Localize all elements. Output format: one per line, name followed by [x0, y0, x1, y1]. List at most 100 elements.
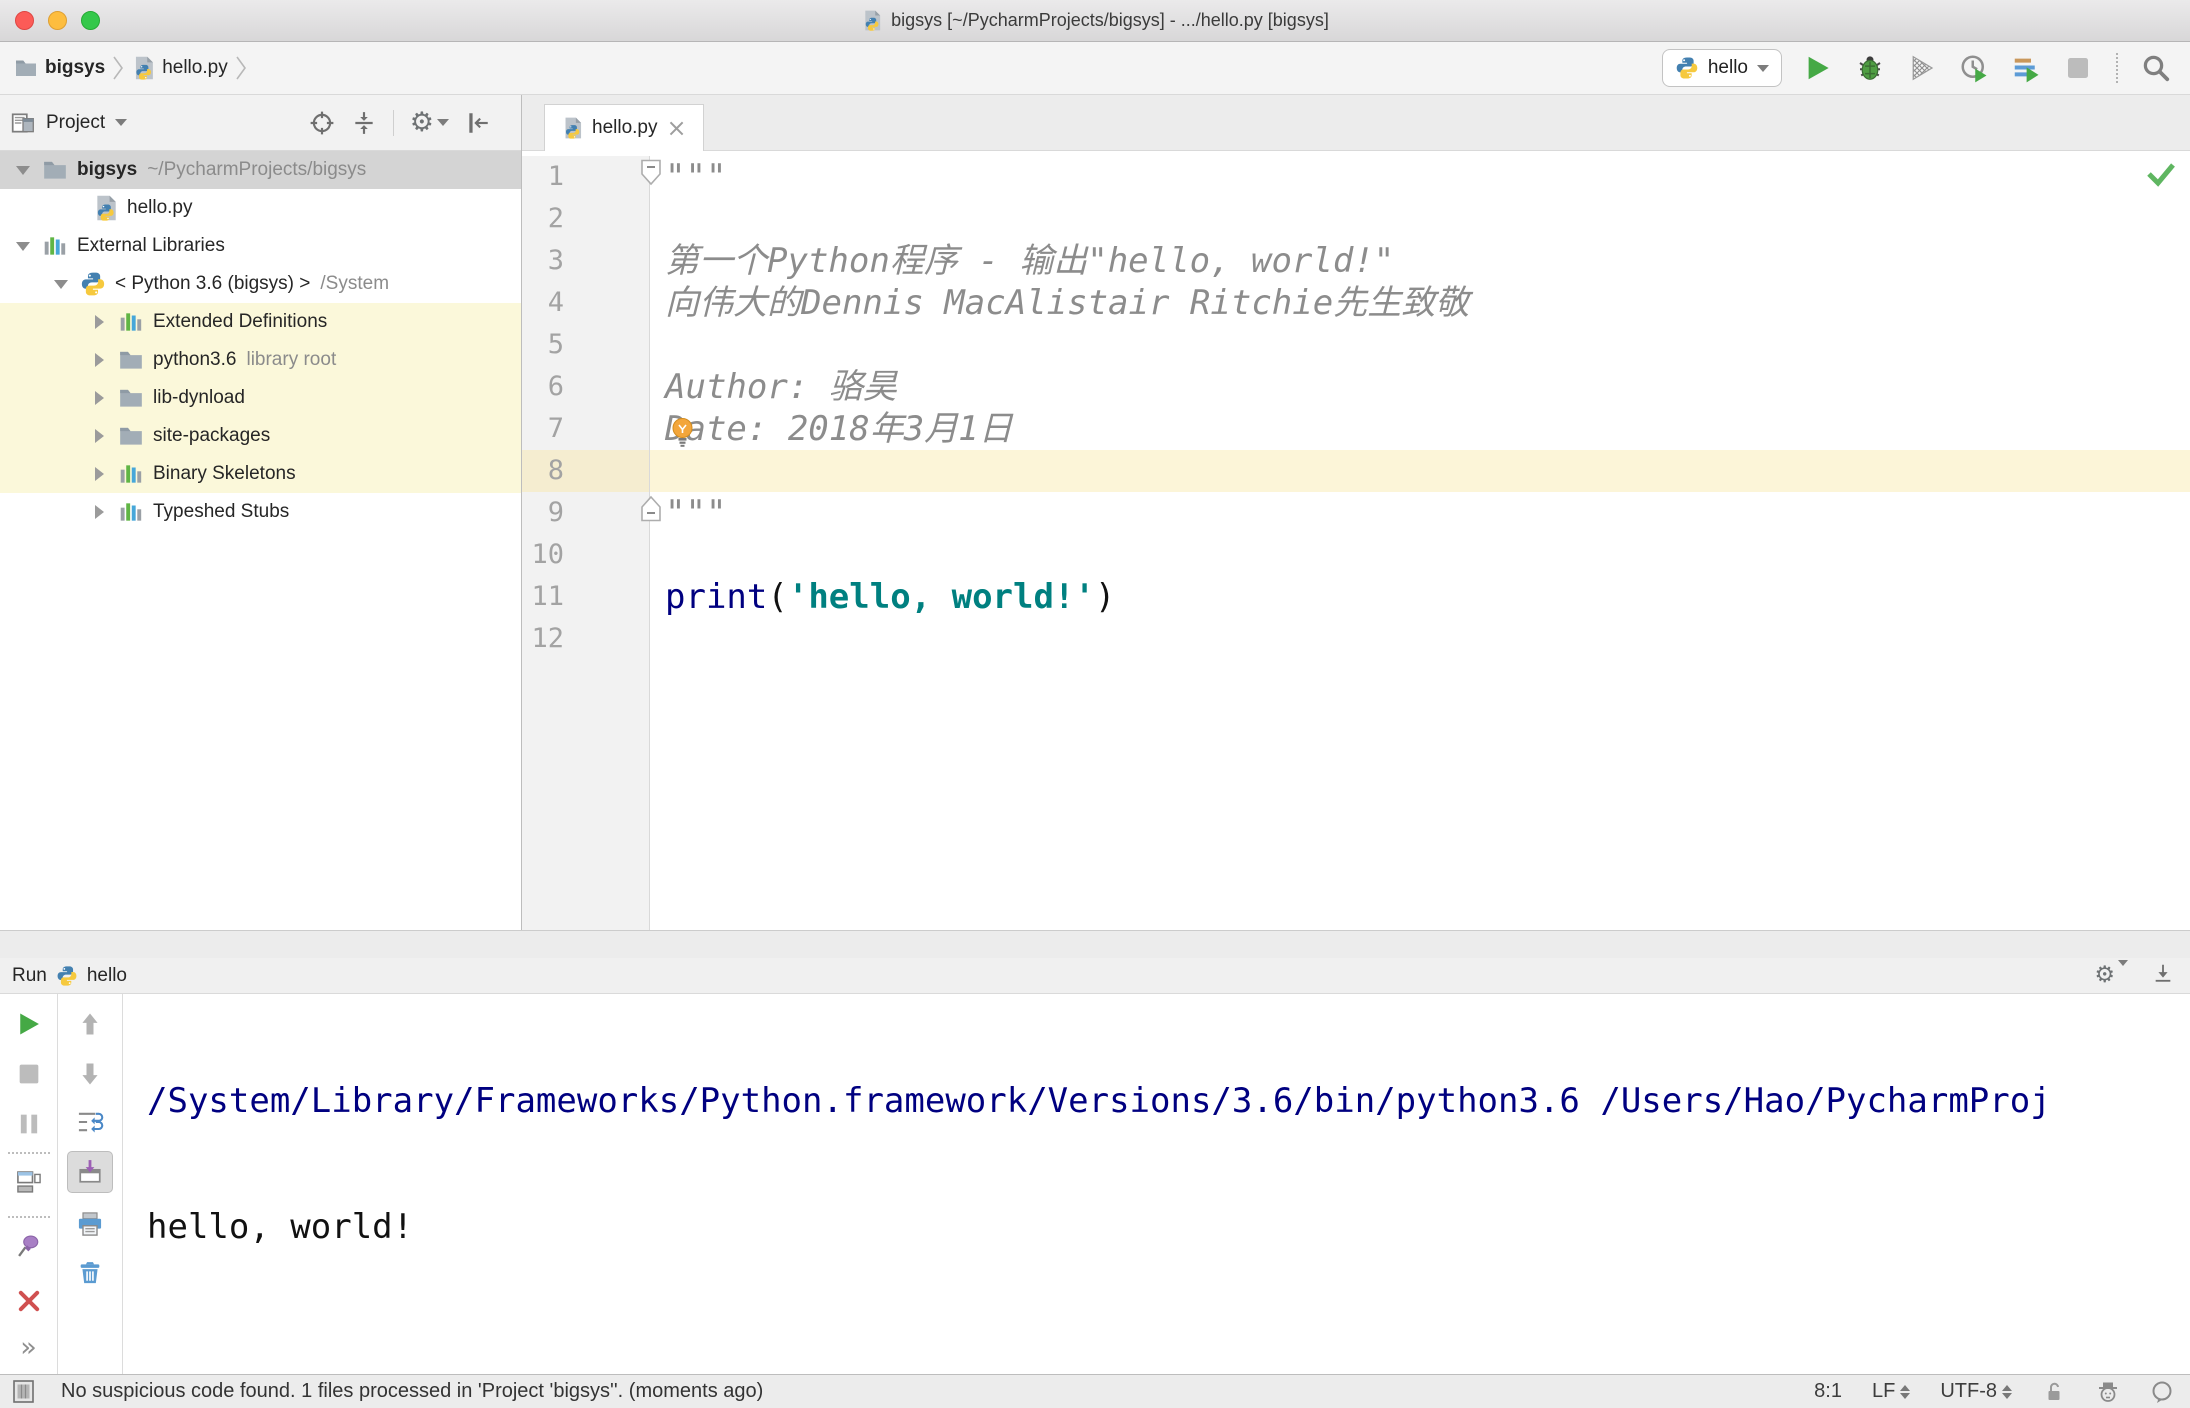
- breadcrumb-project[interactable]: bigsys: [45, 57, 105, 79]
- code-line: Date: 2018年3月1日: [665, 409, 1013, 449]
- tree-item-external-libraries[interactable]: External Libraries: [0, 227, 521, 265]
- debug-button[interactable]: [1854, 52, 1886, 84]
- toggle-toolwindows-icon[interactable]: [12, 1379, 35, 1404]
- inspection-ok-check-icon[interactable]: [2146, 159, 2176, 192]
- minimize-window-button[interactable]: [48, 11, 67, 30]
- tree-item-lib-dynload[interactable]: lib-dynload: [0, 379, 521, 417]
- search-icon: [2143, 55, 2170, 82]
- code-line: print('hello, world!'): [665, 577, 1116, 617]
- console-output[interactable]: /System/Library/Frameworks/Python.framew…: [123, 994, 2190, 1374]
- project-panel-title[interactable]: Project: [46, 112, 105, 134]
- caret-position[interactable]: 8:1: [1814, 1380, 1842, 1403]
- python-file-icon: [131, 56, 155, 80]
- expand-toggle[interactable]: [46, 279, 76, 289]
- window-title: bigsys [~/PycharmProjects/bigsys] - .../…: [861, 10, 1329, 31]
- breadcrumb-file[interactable]: hello.py: [162, 57, 228, 79]
- run-panel-settings-button[interactable]: ⚙: [2094, 959, 2128, 988]
- restore-layout-button[interactable]: [15, 1168, 43, 1196]
- chevron-down-icon: [54, 279, 68, 289]
- expand-toggle[interactable]: [84, 315, 114, 329]
- locate-file-button[interactable]: [309, 110, 335, 136]
- line-number: 11: [522, 576, 650, 618]
- debug-bug-icon: [1859, 56, 1881, 80]
- rerun-button[interactable]: [15, 1010, 43, 1038]
- tree-item-bigsys[interactable]: bigsys ~/PycharmProjects/bigsys: [0, 151, 521, 189]
- expand-toggle[interactable]: [84, 391, 114, 405]
- hide-run-panel-button[interactable]: [2152, 962, 2174, 990]
- more-options-icon[interactable]: »: [20, 1332, 37, 1363]
- panel-settings-button[interactable]: ⚙: [410, 109, 449, 136]
- run-panel-header: Run hello ⚙: [0, 958, 2190, 994]
- close-window-button[interactable]: [15, 11, 34, 30]
- code-line: """: [665, 157, 727, 197]
- line-number: 12: [522, 618, 650, 660]
- pin-tab-button[interactable]: [15, 1232, 43, 1260]
- chevron-right-icon: [94, 315, 104, 329]
- run-config-name: hello: [86, 964, 128, 986]
- python-file-icon: [92, 195, 118, 221]
- line-number: 2: [522, 198, 650, 240]
- editor-area: hello.py × 1 """ 2 3 第一个Python程序 - 输出"hell…: [522, 95, 2190, 930]
- tree-item-typeshed-stubs[interactable]: Typeshed Stubs: [0, 493, 521, 531]
- soft-wrap-button[interactable]: [76, 1108, 104, 1136]
- clear-console-button[interactable]: [76, 1258, 104, 1286]
- highlighting-level-button[interactable]: [2096, 1380, 2120, 1404]
- gear-icon: ⚙: [409, 107, 434, 138]
- run-button[interactable]: [1802, 52, 1834, 84]
- run-with-coverage-button[interactable]: [1906, 52, 1938, 84]
- tab-hello-py[interactable]: hello.py ×: [544, 104, 704, 151]
- search-everywhere-button[interactable]: [2140, 52, 2172, 84]
- fold-region-end-icon[interactable]: [640, 495, 662, 527]
- scroll-to-end-button[interactable]: [67, 1151, 113, 1193]
- tree-item-python-3-6[interactable]: < Python 3.6 (bigsys) > /System: [0, 265, 521, 303]
- intention-bulb-icon[interactable]: [669, 417, 696, 453]
- expand-toggle[interactable]: [84, 429, 114, 443]
- run-panel-title: Run: [12, 964, 47, 986]
- tree-item-site-packages[interactable]: site-packages: [0, 417, 521, 455]
- chevron-down-icon: [1757, 64, 1769, 72]
- zoom-window-button[interactable]: [81, 11, 100, 30]
- close-tab-icon[interactable]: ×: [667, 116, 687, 140]
- run-configuration-select[interactable]: hello: [1661, 49, 1782, 87]
- expand-toggle[interactable]: [84, 505, 114, 519]
- encoding-select[interactable]: UTF-8: [1940, 1380, 2012, 1403]
- toolbar-separator: [8, 1216, 50, 1218]
- chevron-right-icon: [94, 467, 104, 481]
- line-number: 9: [522, 492, 650, 534]
- event-log-button[interactable]: [2150, 1380, 2174, 1404]
- collapse-all-button[interactable]: [351, 110, 377, 136]
- close-run-panel-button[interactable]: [15, 1287, 43, 1315]
- expand-toggle[interactable]: [8, 165, 38, 175]
- chevron-right-icon: [94, 505, 104, 519]
- tree-item-binary-skeletons[interactable]: Binary Skeletons: [0, 455, 521, 493]
- project-panel-header: Project ⚙: [0, 95, 521, 151]
- stop-button: [2062, 52, 2094, 84]
- folder-icon: [14, 56, 38, 80]
- next-occurrence-button: [76, 1060, 104, 1088]
- chevron-down-icon[interactable]: [115, 119, 128, 126]
- status-bar: No suspicious code found. 1 files proces…: [0, 1374, 2190, 1408]
- editor-tab-bar: hello.py ×: [522, 95, 2190, 151]
- line-separator-select[interactable]: LF: [1872, 1380, 1911, 1403]
- concurrency-diagram-button[interactable]: [2010, 52, 2042, 84]
- tree-item-hello-py[interactable]: hello.py: [0, 189, 521, 227]
- tree-item-python3-6-root[interactable]: python3.6 library root: [0, 341, 521, 379]
- profile-button[interactable]: [1958, 52, 1990, 84]
- code-editor[interactable]: 1 """ 2 3 第一个Python程序 - 输出"hello, world!" …: [522, 151, 2190, 930]
- print-button[interactable]: [76, 1210, 104, 1238]
- expand-toggle[interactable]: [8, 241, 38, 251]
- library-icon: [118, 309, 144, 335]
- line-number: 7: [522, 408, 650, 450]
- window-controls: [15, 0, 100, 41]
- chevron-down-icon: [16, 165, 30, 175]
- console-command-line: /System/Library/Frameworks/Python.framew…: [147, 1081, 2051, 1121]
- readonly-toggle[interactable]: [2042, 1380, 2066, 1404]
- tree-item-extended-definitions[interactable]: Extended Definitions: [0, 303, 521, 341]
- expand-toggle[interactable]: [84, 467, 114, 481]
- hide-panel-button[interactable]: [465, 110, 491, 136]
- fold-region-start-icon[interactable]: [640, 159, 662, 191]
- expand-toggle[interactable]: [84, 353, 114, 367]
